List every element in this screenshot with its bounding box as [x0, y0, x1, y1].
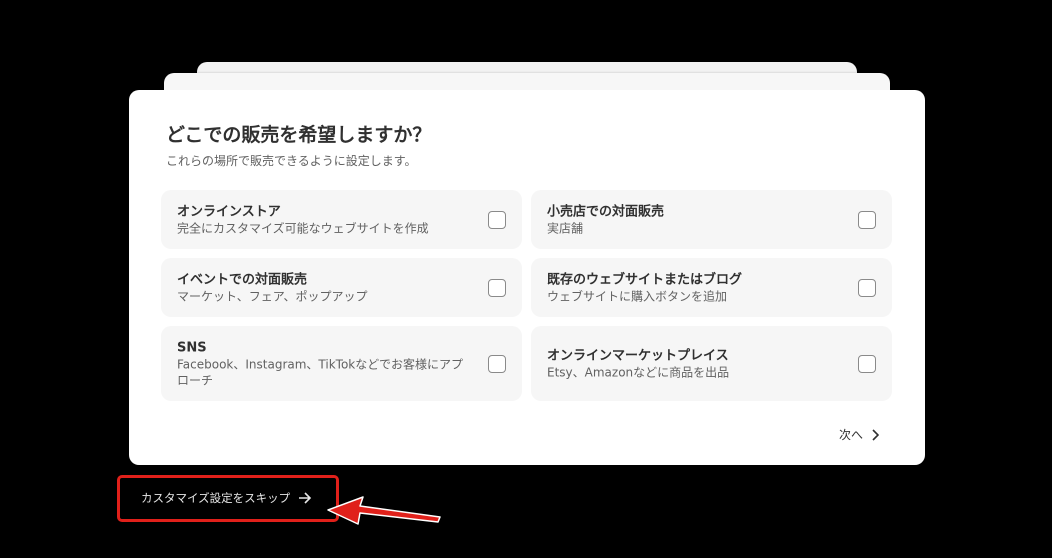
annotation-arrow	[327, 496, 441, 525]
